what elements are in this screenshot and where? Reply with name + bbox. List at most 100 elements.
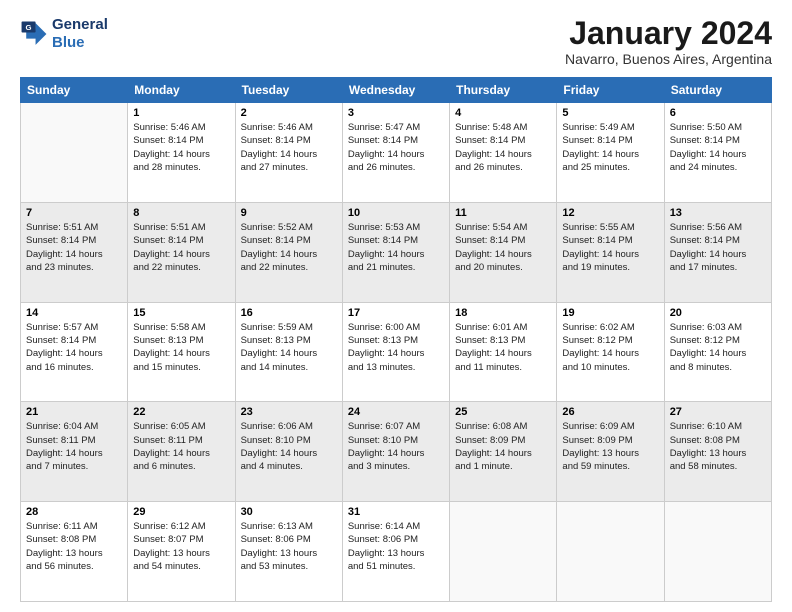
calendar-cell: 18 Sunrise: 6:01 AM Sunset: 8:13 PM Dayli… [450,302,557,402]
calendar-cell: 27Sunrise: 6:10 AM Sunset: 8:08 PM Dayli… [664,402,771,502]
day-number: 7 [26,207,122,219]
calendar-cell: 26 Sunrise: 6:09 AM Sunset: 8:09 PM Dayli… [557,402,664,502]
day-number: 26 [562,406,658,418]
calendar-week-5: 28Sunrise: 6:11 AM Sunset: 8:08 PM Dayli… [21,502,772,602]
day-number: 10 [348,207,444,219]
header-day-saturday: Saturday [664,78,771,103]
logo: G General Blue [20,16,108,52]
day-info: Sunrise: 6:12 AM Sunset: 8:07 PM Dayligh… [133,520,229,573]
day-number: 19 [562,307,658,319]
day-number: 29 [133,506,229,518]
header-day-sunday: Sunday [21,78,128,103]
header-day-friday: Friday [557,78,664,103]
header-day-tuesday: Tuesday [235,78,342,103]
svg-text:G: G [26,23,32,32]
day-number: 8 [133,207,229,219]
header: G General Blue January 2024 Navarro, Bue… [20,16,772,67]
day-info: Sunrise: 6:09 AM Sunset: 8:09 PM Dayligh… [562,420,658,473]
day-info: Sunrise: 5:46 AM Sunset: 8:14 PM Dayligh… [133,121,229,174]
day-number: 30 [241,506,337,518]
logo-blue: Blue [52,34,108,52]
header-day-monday: Monday [128,78,235,103]
day-info: Sunrise: 6:14 AM Sunset: 8:06 PM Dayligh… [348,520,444,573]
calendar-week-3: 14 Sunrise: 5:57 AM Sunset: 8:14 PM Dayli… [21,302,772,402]
calendar-cell: 13 Sunrise: 5:56 AM Sunset: 8:14 PM Dayli… [664,202,771,302]
calendar-cell [557,502,664,602]
calendar-week-4: 21Sunrise: 6:04 AM Sunset: 8:11 PM Dayli… [21,402,772,502]
page: G General Blue January 2024 Navarro, Bue… [0,0,792,612]
day-number: 15 [133,307,229,319]
day-info: Sunrise: 6:02 AM Sunset: 8:12 PM Dayligh… [562,321,658,374]
calendar-cell: 4Sunrise: 5:48 AM Sunset: 8:14 PM Daylig… [450,103,557,203]
calendar-cell: 5Sunrise: 5:49 AM Sunset: 8:14 PM Daylig… [557,103,664,203]
calendar-cell [664,502,771,602]
day-number: 16 [241,307,337,319]
calendar-cell: 25Sunrise: 6:08 AM Sunset: 8:09 PM Dayli… [450,402,557,502]
day-number: 13 [670,207,766,219]
calendar-cell [450,502,557,602]
day-info: Sunrise: 5:51 AM Sunset: 8:14 PM Dayligh… [133,221,229,274]
calendar-week-1: 1Sunrise: 5:46 AM Sunset: 8:14 PM Daylig… [21,103,772,203]
day-info: Sunrise: 6:05 AM Sunset: 8:11 PM Dayligh… [133,420,229,473]
main-title: January 2024 [565,16,772,51]
day-number: 24 [348,406,444,418]
calendar-body: 1Sunrise: 5:46 AM Sunset: 8:14 PM Daylig… [21,103,772,602]
calendar-cell: 15Sunrise: 5:58 AM Sunset: 8:13 PM Dayli… [128,302,235,402]
day-number: 9 [241,207,337,219]
day-info: Sunrise: 5:50 AM Sunset: 8:14 PM Dayligh… [670,121,766,174]
logo-general: General [52,16,108,34]
calendar-cell: 23Sunrise: 6:06 AM Sunset: 8:10 PM Dayli… [235,402,342,502]
calendar-cell: 7 Sunrise: 5:51 AM Sunset: 8:14 PM Daylig… [21,202,128,302]
calendar-cell: 20Sunrise: 6:03 AM Sunset: 8:12 PM Dayli… [664,302,771,402]
day-number: 2 [241,107,337,119]
calendar-cell: 9Sunrise: 5:52 AM Sunset: 8:14 PM Daylig… [235,202,342,302]
calendar-cell: 16Sunrise: 5:59 AM Sunset: 8:13 PM Dayli… [235,302,342,402]
calendar-cell [21,103,128,203]
calendar-cell: 28Sunrise: 6:11 AM Sunset: 8:08 PM Dayli… [21,502,128,602]
day-number: 5 [562,107,658,119]
day-info: Sunrise: 5:56 AM Sunset: 8:14 PM Dayligh… [670,221,766,274]
day-info: Sunrise: 6:08 AM Sunset: 8:09 PM Dayligh… [455,420,551,473]
day-info: Sunrise: 5:47 AM Sunset: 8:14 PM Dayligh… [348,121,444,174]
header-day-wednesday: Wednesday [342,78,449,103]
title-block: January 2024 Navarro, Buenos Aires, Arge… [565,16,772,67]
day-number: 18 [455,307,551,319]
day-number: 6 [670,107,766,119]
day-info: Sunrise: 5:51 AM Sunset: 8:14 PM Dayligh… [26,221,122,274]
day-info: Sunrise: 5:53 AM Sunset: 8:14 PM Dayligh… [348,221,444,274]
day-number: 28 [26,506,122,518]
day-info: Sunrise: 6:00 AM Sunset: 8:13 PM Dayligh… [348,321,444,374]
subtitle: Navarro, Buenos Aires, Argentina [565,51,772,67]
day-number: 21 [26,406,122,418]
calendar-cell: 11 Sunrise: 5:54 AM Sunset: 8:14 PM Dayli… [450,202,557,302]
calendar-cell: 24 Sunrise: 6:07 AM Sunset: 8:10 PM Dayli… [342,402,449,502]
day-number: 22 [133,406,229,418]
calendar-cell: 8 Sunrise: 5:51 AM Sunset: 8:14 PM Daylig… [128,202,235,302]
calendar-table: SundayMondayTuesdayWednesdayThursdayFrid… [20,77,772,602]
calendar-cell: 10 Sunrise: 5:53 AM Sunset: 8:14 PM Dayli… [342,202,449,302]
calendar-week-2: 7 Sunrise: 5:51 AM Sunset: 8:14 PM Daylig… [21,202,772,302]
day-number: 23 [241,406,337,418]
logo-icon: G [20,20,48,48]
day-number: 20 [670,307,766,319]
header-day-thursday: Thursday [450,78,557,103]
calendar-cell: 30Sunrise: 6:13 AM Sunset: 8:06 PM Dayli… [235,502,342,602]
day-info: Sunrise: 5:57 AM Sunset: 8:14 PM Dayligh… [26,321,122,374]
day-info: Sunrise: 6:01 AM Sunset: 8:13 PM Dayligh… [455,321,551,374]
day-info: Sunrise: 6:07 AM Sunset: 8:10 PM Dayligh… [348,420,444,473]
day-info: Sunrise: 5:55 AM Sunset: 8:14 PM Dayligh… [562,221,658,274]
calendar-cell: 22 Sunrise: 6:05 AM Sunset: 8:11 PM Dayli… [128,402,235,502]
day-number: 27 [670,406,766,418]
calendar-cell: 29 Sunrise: 6:12 AM Sunset: 8:07 PM Dayli… [128,502,235,602]
calendar-cell: 1Sunrise: 5:46 AM Sunset: 8:14 PM Daylig… [128,103,235,203]
calendar-cell: 21Sunrise: 6:04 AM Sunset: 8:11 PM Dayli… [21,402,128,502]
calendar-header-row: SundayMondayTuesdayWednesdayThursdayFrid… [21,78,772,103]
day-number: 14 [26,307,122,319]
day-number: 12 [562,207,658,219]
calendar-cell: 2Sunrise: 5:46 AM Sunset: 8:14 PM Daylig… [235,103,342,203]
day-number: 31 [348,506,444,518]
day-info: Sunrise: 5:54 AM Sunset: 8:14 PM Dayligh… [455,221,551,274]
day-number: 11 [455,207,551,219]
calendar-cell: 17Sunrise: 6:00 AM Sunset: 8:13 PM Dayli… [342,302,449,402]
calendar-cell: 14 Sunrise: 5:57 AM Sunset: 8:14 PM Dayli… [21,302,128,402]
